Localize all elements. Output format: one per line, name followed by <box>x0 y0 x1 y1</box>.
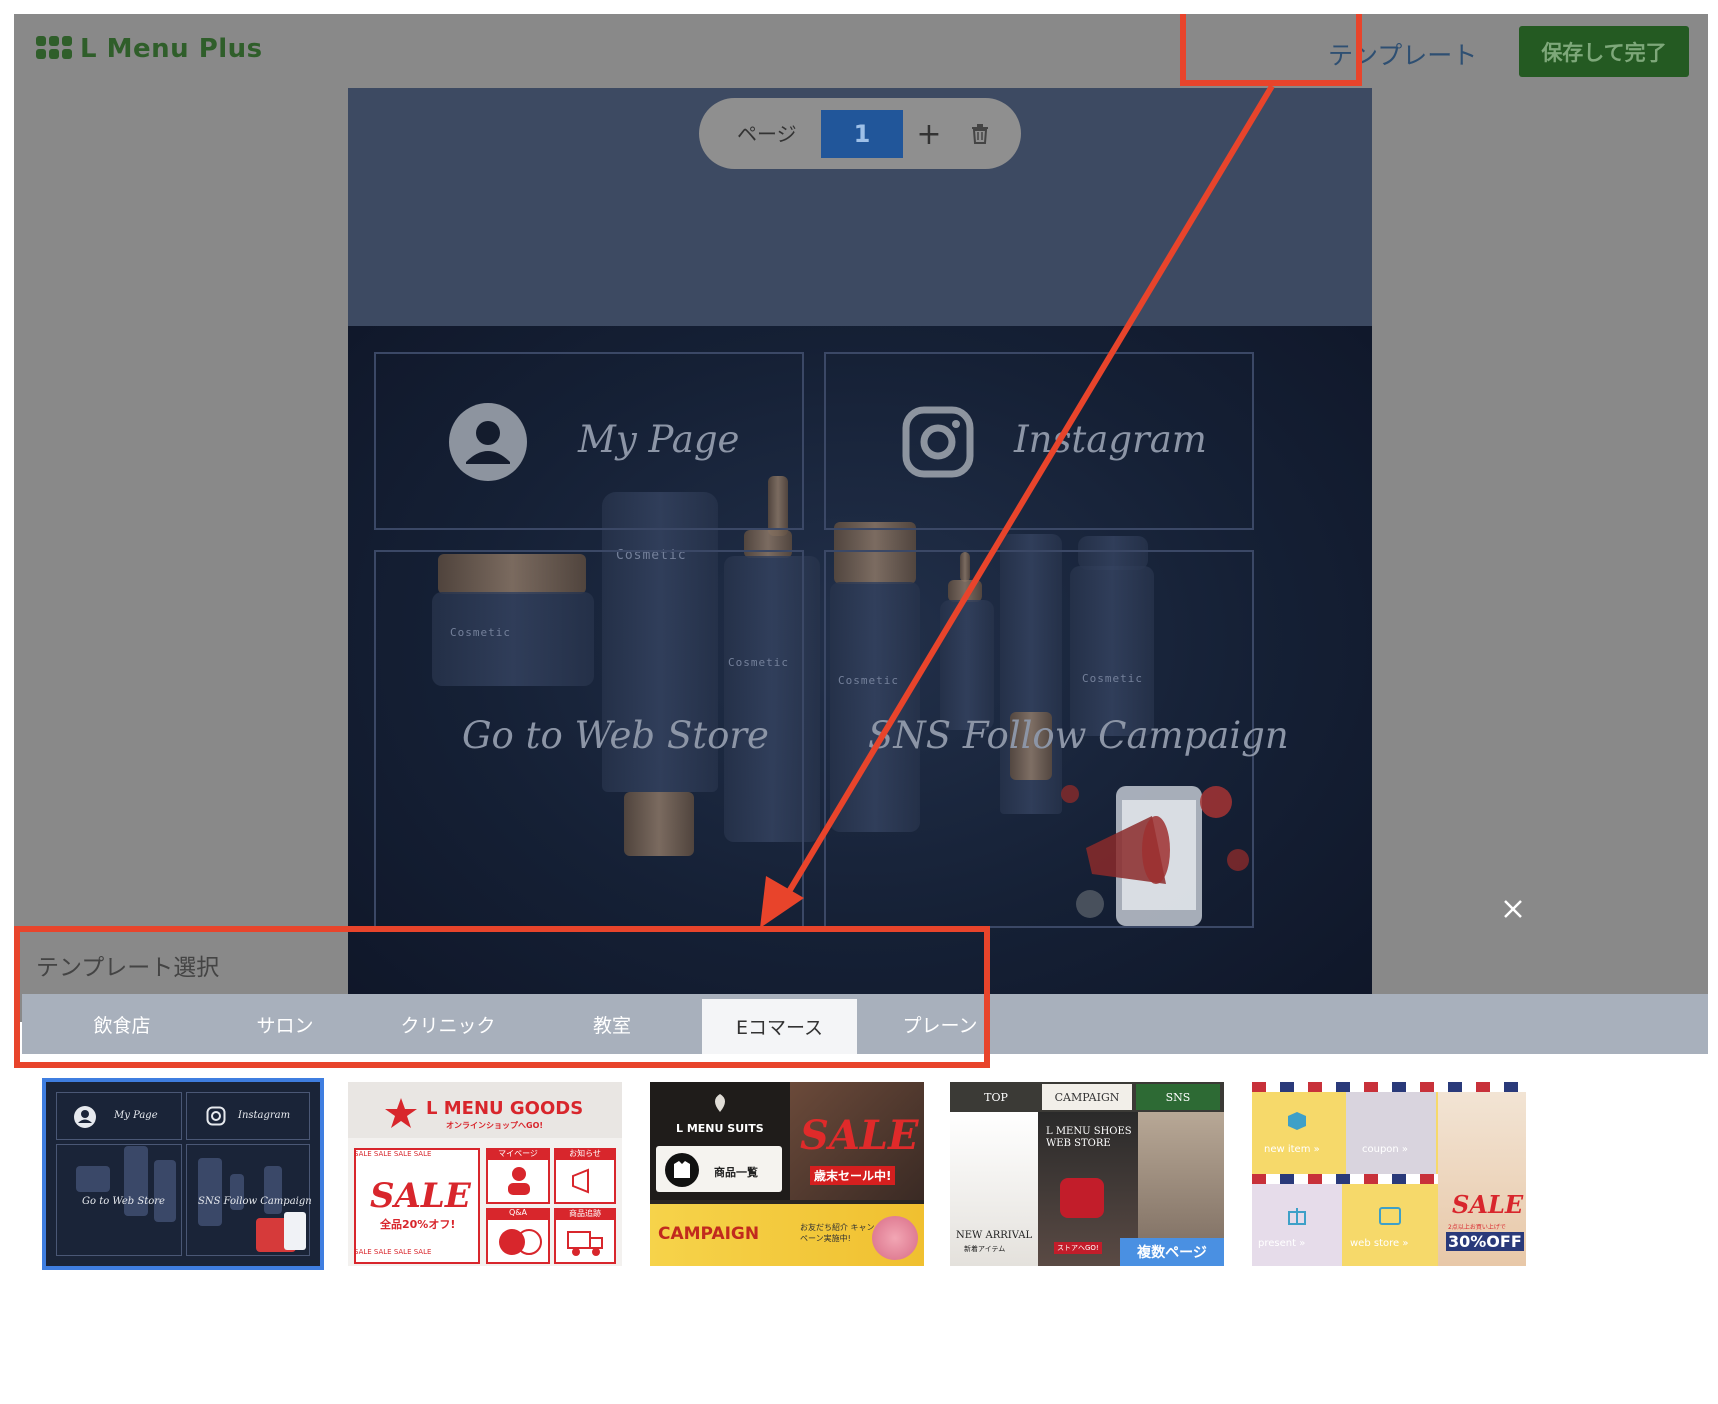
shirt-icon <box>665 1153 699 1187</box>
leaf-logo-icon <box>715 1094 725 1112</box>
trash-icon <box>972 124 988 144</box>
template-thumb-shoes[interactable]: TOP CAMPAIGN SNS L MENU SHOES WEB STORE … <box>950 1082 1224 1266</box>
sale-ribbon: SALE SALE SALE SALE <box>354 1150 432 1158</box>
thumb-sale-sub: 歳末セール中! <box>810 1166 896 1185</box>
thumb-item: present » <box>1258 1238 1306 1249</box>
screenshot: L Menu Plus テンプレート 保存して完了 ページ 1 + Cosmet… <box>0 0 1718 1404</box>
tile-instagram[interactable]: Instagram <box>824 352 1254 530</box>
user-icon <box>449 403 527 481</box>
thumb-item: new item » <box>1264 1144 1320 1155</box>
thumb-cell: マイページ <box>486 1148 550 1160</box>
page-label: ページ <box>737 122 797 146</box>
thumb-new: NEW ARRIVAL <box>956 1230 1033 1241</box>
tile-label-web-store: Go to Web Store <box>462 714 769 757</box>
tile-my-page[interactable]: My Page <box>374 352 804 530</box>
canvas-header-area: ページ 1 + <box>348 88 1372 326</box>
thumb-tile-label: My Page <box>114 1110 158 1121</box>
tile-label-my-page: My Page <box>578 418 740 461</box>
user-icon <box>508 1167 530 1195</box>
thumb-nav-sns: SNS <box>1136 1084 1220 1110</box>
thumb-off: 30%OFF <box>1446 1232 1524 1251</box>
template-thumbnails: My Page Instagram Go to Web Store SNS Fo… <box>14 1054 1708 1404</box>
megaphone-phone-illustration <box>1061 785 1249 926</box>
delete-page-button[interactable] <box>955 112 1005 156</box>
logo-grid-icon <box>36 36 72 62</box>
editor-app: L Menu Plus テンプレート 保存して完了 ページ 1 + Cosmet… <box>14 14 1708 1404</box>
thumb-cell: 商品追跡 <box>554 1208 616 1220</box>
tile-label-sns-campaign: SNS Follow Campaign <box>868 714 1289 757</box>
thumb-sub: オンラインショップへGO! <box>446 1121 544 1130</box>
thumb-brand: L MENU SUITS <box>676 1122 764 1135</box>
thumb-nav-campaign: CAMPAIGN <box>1042 1084 1132 1110</box>
template-thumb-suits[interactable]: L MENU SUITS 商品一覧 SALE 歳末セール中! CAMPAIGN … <box>650 1082 924 1266</box>
tile-web-store[interactable]: Go to Web Store <box>374 550 804 928</box>
thumb-sale-sub: 2点以上お買い上げで <box>1448 1224 1506 1231</box>
thumb-cell: お知らせ <box>554 1148 616 1160</box>
box-icon <box>1288 1112 1306 1130</box>
sale-ribbon: SALE SALE SALE SALE <box>354 1248 432 1256</box>
app-name: L Menu Plus <box>80 34 263 64</box>
thumb-brand: L MENU SHOES WEB STORE <box>1046 1126 1132 1149</box>
user-icon <box>74 1106 96 1128</box>
qa-icon <box>499 1229 542 1255</box>
multi-page-badge: 複数ページ <box>1120 1238 1224 1266</box>
rich-menu-preview: Cosmetic Cosmetic Cosmetic Cosmetic Cosm… <box>348 326 1372 1022</box>
thumb-nav-top: TOP <box>954 1084 1038 1110</box>
thumb-tile-label: Go to Web Store <box>82 1196 165 1207</box>
add-page-button[interactable]: + <box>899 112 959 156</box>
annotation-box-template-button <box>1180 14 1362 86</box>
truck-icon <box>567 1231 603 1256</box>
app-logo: L Menu Plus <box>36 34 263 64</box>
thumb-brand: L MENU GOODS <box>426 1098 584 1119</box>
instagram-icon <box>206 1106 226 1126</box>
thumb-tile-label: Instagram <box>238 1110 291 1121</box>
megaphone-icon <box>572 1168 589 1194</box>
web-icon <box>1379 1207 1401 1225</box>
annotation-box-template-panel <box>14 926 990 1068</box>
thumb-sale: SALE <box>370 1176 471 1216</box>
gift-icon <box>1288 1208 1306 1225</box>
thumb-cell: Q&A <box>486 1208 550 1220</box>
thumb-store: ストアへGO! <box>1054 1242 1102 1254</box>
thumb-campaign-sub: お友だち紹介 キャンペーン実施中! <box>800 1223 875 1243</box>
thumb-tile-label: SNS Follow Campaign <box>198 1196 312 1207</box>
menu-canvas[interactable]: ページ 1 + Cosmetic Cosmetic Cosmetic Cosme… <box>348 88 1372 1022</box>
thumb-sale: SALE <box>800 1112 919 1159</box>
star-logo-icon <box>385 1098 417 1128</box>
thumb-sale: SALE <box>1452 1190 1524 1219</box>
tile-label-instagram: Instagram <box>1014 418 1207 461</box>
template-thumb-popup[interactable]: new item » coupon » present » web store … <box>1252 1082 1526 1266</box>
thumb-campaign: CAMPAIGN <box>658 1224 760 1244</box>
thumb-item: web store » <box>1350 1238 1409 1249</box>
close-icon[interactable] <box>1498 894 1528 924</box>
thumb-sale-sub: 全品20%オフ! <box>380 1218 456 1231</box>
tile-sns-campaign[interactable]: SNS Follow Campaign <box>824 550 1289 928</box>
save-and-finish-button[interactable]: 保存して完了 <box>1519 26 1689 77</box>
page-controls: ページ 1 + <box>699 98 1021 169</box>
page-number-button[interactable]: 1 <box>821 110 903 158</box>
template-thumb-goods[interactable]: L MENU GOODS オンラインショップへGO! SALE SALE SAL… <box>348 1082 622 1266</box>
thumb-new-sub: 新着アイテム <box>964 1245 1006 1253</box>
top-bar: L Menu Plus テンプレート 保存して完了 <box>14 14 1708 88</box>
thumb-item: coupon » <box>1362 1144 1409 1155</box>
template-thumb-cosmetic[interactable]: My Page Instagram Go to Web Store SNS Fo… <box>42 1078 324 1270</box>
thumb-catalog: 商品一覧 <box>714 1166 758 1179</box>
workspace: ページ 1 + Cosmetic Cosmetic Cosmetic Cosme… <box>14 88 1708 1022</box>
instagram-icon <box>902 406 974 478</box>
